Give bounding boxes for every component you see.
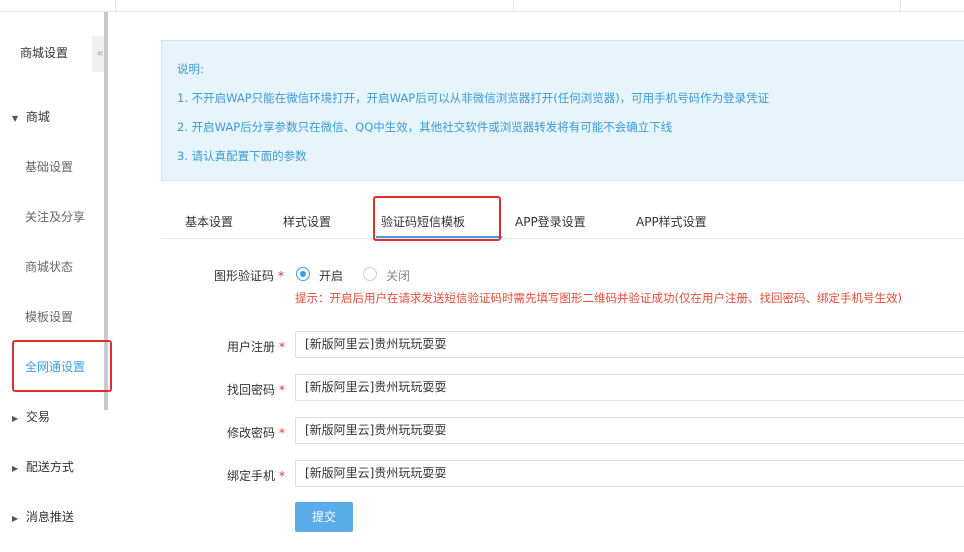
sidebar-group-label: 配送方式 bbox=[25, 460, 74, 474]
captcha-off-radio[interactable] bbox=[363, 267, 377, 281]
tab-basic-settings[interactable]: 基本设置 bbox=[185, 213, 233, 230]
top-bar bbox=[0, 0, 964, 12]
info-line-2: 2. 开启WAP后分享参数只在微信、QQ中生效，其他社交软件或浏览器转发将有可能… bbox=[177, 120, 673, 134]
info-title: 说明: bbox=[177, 62, 204, 76]
tab-style-settings[interactable]: 样式设置 bbox=[283, 213, 331, 230]
tab-app-login[interactable]: APP登录设置 bbox=[515, 213, 586, 230]
bind-phone-template-field[interactable]: [新版阿里云]贵州玩玩耍耍 bbox=[295, 460, 964, 487]
sidebar-item-template-settings[interactable]: 模板设置 bbox=[25, 308, 73, 325]
captcha-on-radio[interactable] bbox=[296, 267, 310, 281]
change-password-label: 修改密码 * bbox=[227, 424, 285, 441]
tab-app-style[interactable]: APP样式设置 bbox=[636, 213, 707, 230]
sidebar: 商城设置 « ▼ 商城 基础设置 关注及分享 商城状态 模板设置 全网通设置 ▶… bbox=[0, 12, 108, 552]
info-panel: 说明: 1. 不开启WAP只能在微信环境打开，开启WAP后可以从非微信浏览器打开… bbox=[161, 40, 964, 181]
register-label: 用户注册 * bbox=[227, 338, 285, 355]
retrieve-password-label-text: 找回密码 bbox=[227, 383, 276, 397]
retrieve-password-label: 找回密码 * bbox=[227, 381, 285, 398]
sidebar-group-label: 交易 bbox=[25, 410, 50, 424]
required-mark: * bbox=[279, 340, 286, 354]
sidebar-item-basic-settings[interactable]: 基础设置 bbox=[25, 158, 73, 175]
tab-bar: 基本设置 样式设置 验证码短信模板 APP登录设置 APP样式设置 bbox=[161, 203, 964, 239]
captcha-label: 图形验证码 * bbox=[214, 267, 284, 284]
highlight-box-sidebar bbox=[12, 340, 112, 392]
captcha-on-label[interactable]: 开启 bbox=[319, 267, 343, 284]
change-password-template-field[interactable]: [新版阿里云]贵州玩玩耍耍 bbox=[295, 417, 964, 444]
required-mark: * bbox=[279, 383, 286, 397]
sidebar-group-trade[interactable]: ▶ 交易 bbox=[12, 408, 50, 425]
sidebar-item-follow-share[interactable]: 关注及分享 bbox=[25, 208, 85, 225]
sidebar-title: 商城设置 bbox=[20, 46, 69, 60]
info-line-1: 1. 不开启WAP只能在微信环境打开，开启WAP后可以从非微信浏览器打开(任何浏… bbox=[177, 91, 770, 105]
required-mark: * bbox=[278, 269, 285, 283]
register-template-field[interactable]: [新版阿里云]贵州玩玩耍耍 bbox=[295, 331, 964, 358]
top-bar-divider bbox=[115, 0, 116, 12]
sidebar-group-shop[interactable]: ▼ 商城 bbox=[12, 108, 50, 125]
register-label-text: 用户注册 bbox=[227, 340, 276, 354]
bind-phone-label: 绑定手机 * bbox=[227, 467, 285, 484]
sidebar-group-label: 消息推送 bbox=[25, 510, 74, 524]
submit-button[interactable]: 提交 bbox=[295, 502, 353, 532]
retrieve-password-template-field[interactable]: [新版阿里云]贵州玩玩耍耍 bbox=[295, 374, 964, 401]
caret-right-icon: ▶ bbox=[12, 514, 19, 523]
info-line-3: 3. 请认真配置下面的参数 bbox=[177, 149, 307, 163]
top-bar-divider bbox=[900, 0, 901, 12]
sidebar-group-message-push[interactable]: ▶ 消息推送 bbox=[12, 508, 74, 525]
top-bar-divider bbox=[513, 0, 514, 12]
caret-down-icon: ▼ bbox=[12, 114, 19, 123]
required-mark: * bbox=[279, 469, 286, 483]
captcha-off-label[interactable]: 关闭 bbox=[386, 267, 410, 284]
required-mark: * bbox=[279, 426, 286, 440]
change-password-label-text: 修改密码 bbox=[227, 426, 276, 440]
captcha-label-text: 图形验证码 bbox=[214, 269, 275, 283]
captcha-hint: 提示：开启后用户在请求发送短信验证码时需先填写图形二维码并验证成功(仅在用户注册… bbox=[295, 291, 902, 305]
sidebar-group-delivery[interactable]: ▶ 配送方式 bbox=[12, 458, 74, 475]
caret-right-icon: ▶ bbox=[12, 414, 19, 423]
bind-phone-label-text: 绑定手机 bbox=[227, 469, 276, 483]
sidebar-item-shop-status[interactable]: 商城状态 bbox=[25, 258, 73, 275]
sidebar-group-label: 商城 bbox=[25, 110, 50, 124]
caret-right-icon: ▶ bbox=[12, 464, 19, 473]
highlight-box-tab bbox=[373, 196, 501, 241]
